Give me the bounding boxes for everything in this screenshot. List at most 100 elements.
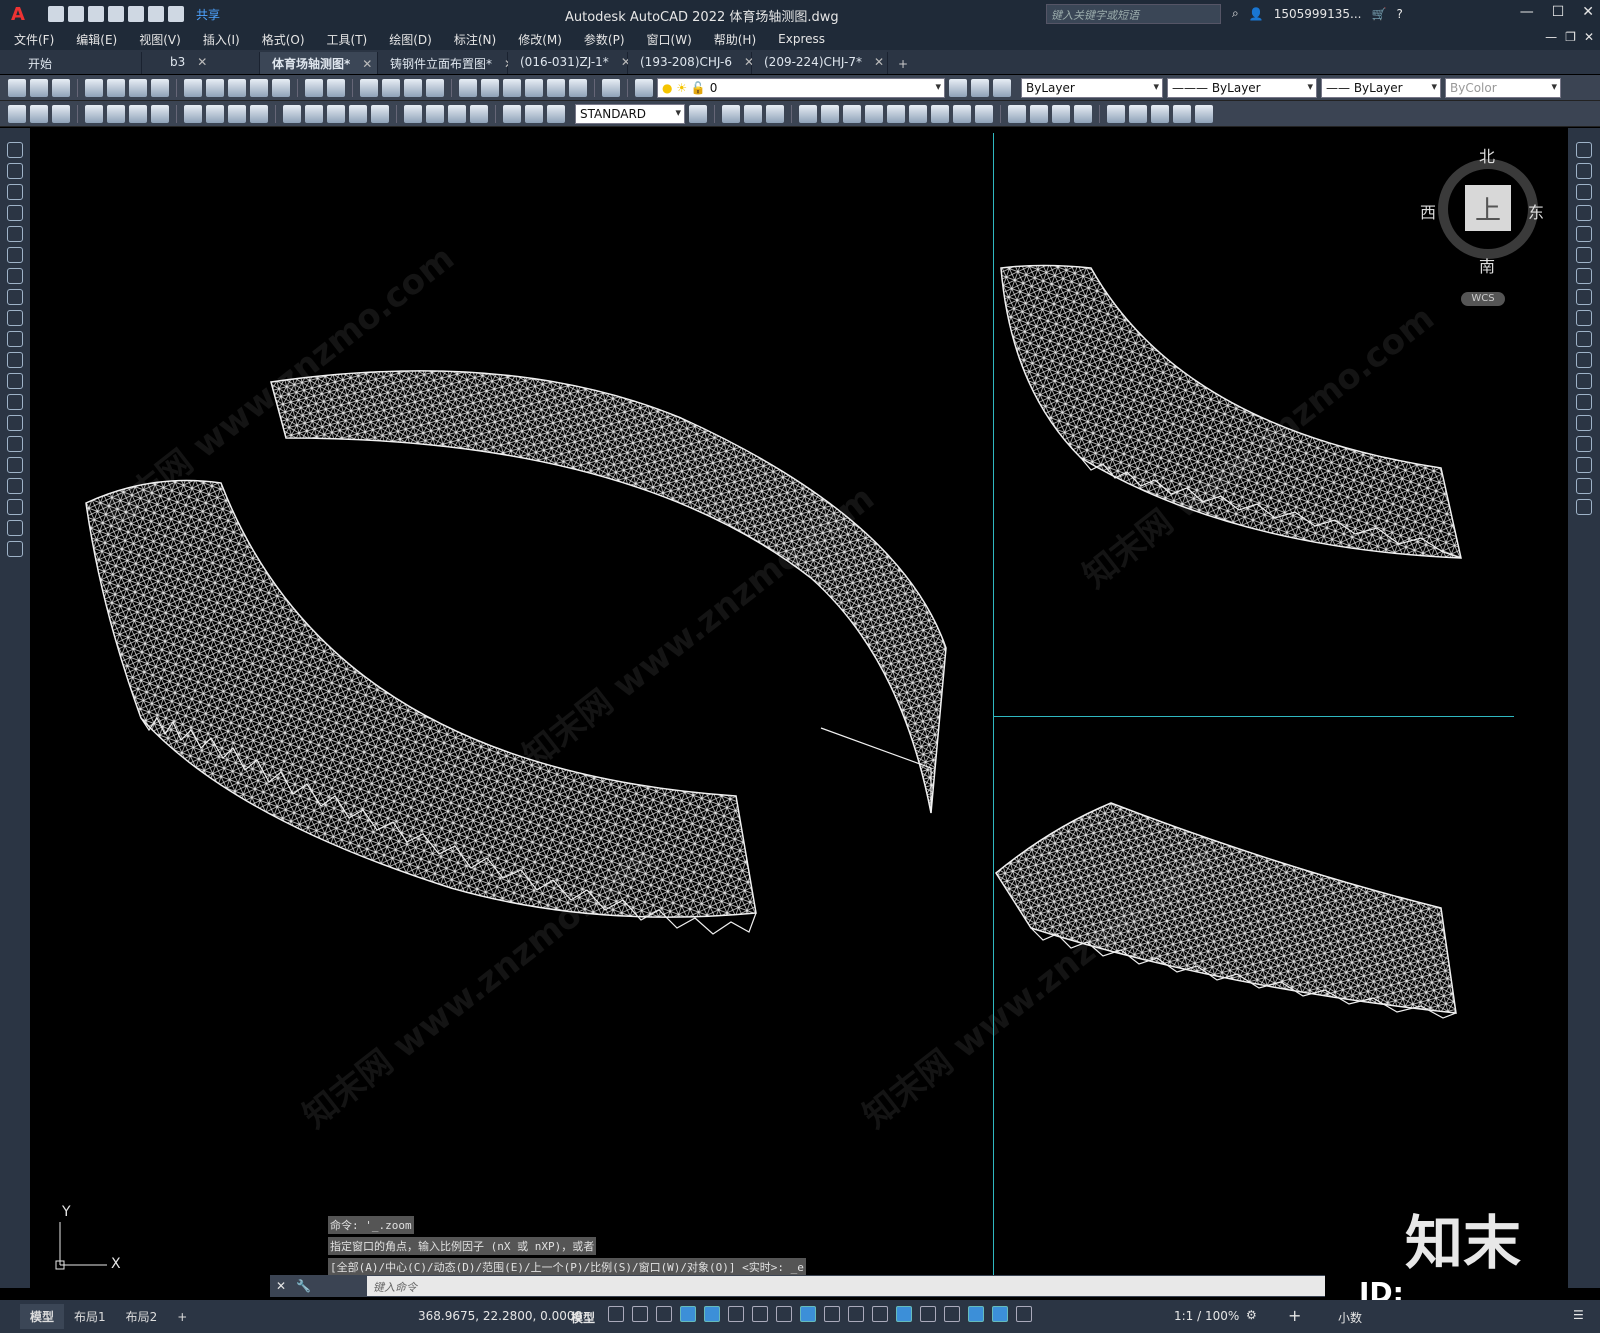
edit-dimension-text-icon[interactable]: [525, 104, 543, 123]
thicken-icon[interactable]: [931, 104, 949, 123]
snap-icon[interactable]: [632, 1306, 648, 1322]
annotation-scale[interactable]: 1:1 / 100%: [1174, 1309, 1239, 1323]
customize-icon[interactable]: ☰: [1573, 1308, 1584, 1322]
match-properties-icon[interactable]: [250, 78, 268, 97]
blend-curves-icon[interactable]: [1576, 478, 1592, 494]
menu-file[interactable]: 文件(F): [14, 31, 54, 48]
model-space-toggle[interactable]: 模型: [571, 1309, 595, 1326]
offset-icon[interactable]: [1576, 205, 1592, 221]
close-icon[interactable]: ✕: [874, 55, 884, 69]
layout-tab-1[interactable]: 布局1: [64, 1304, 116, 1329]
wcs-menu[interactable]: WCS: [1461, 292, 1505, 306]
save-icon[interactable]: [52, 78, 70, 97]
dynamic-ucs-icon[interactable]: [920, 1306, 936, 1322]
extend-icon[interactable]: [1576, 352, 1592, 368]
plot-icon[interactable]: [128, 6, 144, 22]
sheet-set-icon[interactable]: [525, 78, 543, 97]
linetype-select[interactable]: ——— ByLayer: [1167, 77, 1317, 98]
redo-icon[interactable]: [327, 78, 345, 97]
ucs-object-icon[interactable]: [1195, 104, 1213, 123]
layout-tab-2[interactable]: 布局2: [116, 1304, 168, 1329]
edit-dimension-icon[interactable]: [503, 104, 521, 123]
maximize-button[interactable]: ☐: [1552, 4, 1565, 20]
add-layout-button[interactable]: +: [167, 1306, 197, 1328]
share-button[interactable]: 共享: [196, 6, 220, 23]
baseline-icon[interactable]: [305, 104, 323, 123]
chamfer-icon[interactable]: [1576, 436, 1592, 452]
interfere-icon[interactable]: [953, 104, 971, 123]
slice-icon[interactable]: [909, 104, 927, 123]
add-tab-button[interactable]: +: [888, 54, 918, 74]
menu-modify[interactable]: 修改(M): [518, 31, 562, 48]
gizmo-icon[interactable]: [968, 1306, 984, 1322]
grid-icon[interactable]: [608, 1306, 624, 1322]
search-input[interactable]: 键入关键字或短语: [1046, 4, 1221, 24]
ucs-view-icon[interactable]: [1173, 104, 1191, 123]
doc-close-button[interactable]: ✕: [1584, 30, 1594, 44]
object-snap-tracking-icon[interactable]: [776, 1306, 792, 1322]
plot-icon[interactable]: [85, 78, 103, 97]
compass-south[interactable]: 南: [1479, 253, 1495, 277]
text-style-select[interactable]: STANDARD: [575, 103, 685, 124]
dimension-update-icon[interactable]: [547, 104, 565, 123]
polar-icon[interactable]: [728, 1306, 744, 1322]
properties-icon[interactable]: [459, 78, 477, 97]
visual-style-realistic-icon[interactable]: [1052, 104, 1070, 123]
lineweight-select[interactable]: —— ByLayer: [1321, 77, 1441, 98]
menu-insert[interactable]: 插入(I): [203, 31, 240, 48]
transparency-icon[interactable]: [848, 1306, 864, 1322]
ellipse-arc-icon[interactable]: [7, 352, 23, 368]
quick-dimension-icon[interactable]: [283, 104, 301, 123]
menu-edit[interactable]: 编辑(E): [76, 31, 117, 48]
menu-parametric[interactable]: 参数(P): [584, 31, 625, 48]
diameter-icon[interactable]: [228, 104, 246, 123]
subtract-icon[interactable]: [766, 104, 784, 123]
ucs-origin-icon[interactable]: [1151, 104, 1169, 123]
line-icon[interactable]: [7, 142, 23, 158]
ordinate-icon[interactable]: [151, 104, 169, 123]
layer-freeze-icon[interactable]: [52, 104, 70, 123]
insert-block-icon[interactable]: [7, 373, 23, 389]
zoom-realtime-icon[interactable]: [382, 78, 400, 97]
angular-icon[interactable]: [250, 104, 268, 123]
dimension-style-icon[interactable]: [689, 104, 707, 123]
calculator-icon[interactable]: [569, 78, 587, 97]
markup-icon[interactable]: [547, 78, 565, 97]
open-icon[interactable]: [68, 6, 84, 22]
close-button[interactable]: ✕: [1582, 4, 1594, 20]
pan-icon[interactable]: [360, 78, 378, 97]
ucs-world-icon[interactable]: [1129, 104, 1147, 123]
selection-filter-icon[interactable]: [944, 1306, 960, 1322]
sweep-icon[interactable]: [843, 104, 861, 123]
drawing-canvas[interactable]: [31, 128, 1567, 1274]
plotstyle-select[interactable]: ByColor: [1445, 77, 1561, 98]
tolerance-icon[interactable]: [404, 104, 422, 123]
scale-icon[interactable]: [1576, 289, 1592, 305]
menu-tools[interactable]: 工具(T): [327, 31, 368, 48]
extrude-icon[interactable]: [799, 104, 817, 123]
zoom-window-icon[interactable]: [404, 78, 422, 97]
cart-icon[interactable]: 🛒: [1371, 7, 1386, 21]
revision-cloud-icon[interactable]: [7, 289, 23, 305]
region-icon[interactable]: [7, 478, 23, 494]
radius-icon[interactable]: [184, 104, 202, 123]
color-select[interactable]: ByLayer: [1021, 77, 1163, 98]
space-icon[interactable]: [349, 104, 367, 123]
help-icon[interactable]: ?: [1396, 7, 1402, 21]
dynamic-input-icon[interactable]: [680, 1306, 696, 1322]
isodraft-icon[interactable]: [752, 1306, 768, 1322]
lineweight-icon[interactable]: [824, 1306, 840, 1322]
tab-zj-1[interactable]: (016-031)ZJ-1* ✕: [508, 52, 631, 74]
aligned-dimension-icon[interactable]: [107, 104, 125, 123]
compass-east[interactable]: 东: [1528, 199, 1544, 223]
close-icon[interactable]: ✕: [276, 1279, 286, 1293]
add-selected-icon[interactable]: [7, 541, 23, 557]
compass-west[interactable]: 西: [1420, 199, 1436, 223]
box-icon[interactable]: [722, 104, 740, 123]
undo-icon[interactable]: [148, 6, 164, 22]
rotate-icon[interactable]: [1576, 268, 1592, 284]
publish-icon[interactable]: [129, 78, 147, 97]
arc-length-icon[interactable]: [129, 104, 147, 123]
tab-casting-elevation[interactable]: 铸钢件立面布置图*✕: [378, 52, 514, 74]
jogged-linear-icon[interactable]: [470, 104, 488, 123]
